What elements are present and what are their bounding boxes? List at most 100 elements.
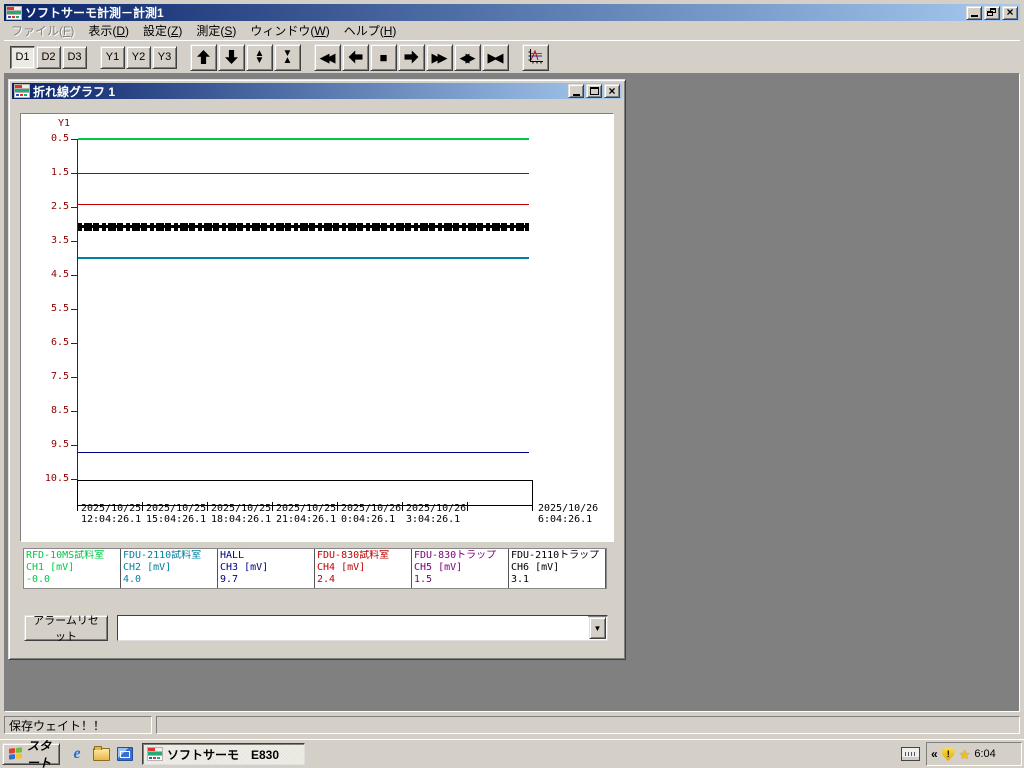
scroll-down-button[interactable] <box>218 43 245 71</box>
taskbar-app-label: ソフトサーモ E830 <box>167 747 280 762</box>
graph-close-button[interactable]: × <box>604 84 620 98</box>
legend-cell-ch4: FDU-830試料室 CH4 [mV] 2.4 <box>315 549 412 588</box>
display-d1-button[interactable]: D1 <box>10 45 35 69</box>
series-line-ch3 <box>78 451 529 453</box>
x-tick-label: 2025/10/26 0:04:26.1 <box>341 503 402 525</box>
display-d3-button[interactable]: D3 <box>62 45 87 69</box>
ie-e-glyph: e <box>73 745 81 762</box>
series-line-ch6 <box>78 223 529 232</box>
y-tick-label: 9.5 <box>50 439 69 450</box>
restore-button[interactable] <box>984 5 1000 20</box>
channel-legend: RFD-10MS試料室 CH1 [mV] -0.0 FDU-2110試料室 CH2 [m… <box>23 548 607 589</box>
expand-horizontal-button[interactable]: ◀▶ <box>454 43 481 71</box>
status-bar: 保存ウェイト！！ <box>4 714 1020 734</box>
menu-d[interactable]: 表示(D) <box>81 21 136 40</box>
fast-rewind-button[interactable]: ◀◀ <box>314 43 341 71</box>
graph-maximize-button[interactable] <box>586 84 602 98</box>
minimize-icon <box>572 93 580 96</box>
alarm-reset-button[interactable]: アラームリセット <box>24 615 108 643</box>
y-axis-title: Y1 <box>58 118 71 129</box>
left-arrow-icon <box>349 51 363 64</box>
close-icon: × <box>1006 5 1014 19</box>
legend-cell-ch5: FDU-830トラップ CH5 [mV] 1.5 <box>412 549 509 588</box>
star-icon[interactable]: ★ <box>959 748 971 761</box>
y-tick-label: 1.5 <box>50 167 69 178</box>
folder-glyph <box>92 745 110 761</box>
x-tick-label: 2025/10/25 15:04:26.1 <box>146 503 207 525</box>
close-button[interactable]: × <box>1002 5 1018 20</box>
tray-chevron-icon[interactable]: « <box>931 748 938 760</box>
combobox-dropdown-button[interactable]: ▼ <box>589 617 606 639</box>
x-tick-label: 2025/10/25 18:04:26.1 <box>211 503 272 525</box>
start-button-label: スタート <box>26 739 51 768</box>
y-axis-line <box>77 139 78 480</box>
internet-explorer-icon[interactable]: e <box>68 745 86 763</box>
outlook-glyph <box>117 747 133 761</box>
graph-display-button[interactable] <box>522 43 549 71</box>
taskbar-app-button[interactable]: ソフトサーモ E830 <box>142 743 305 765</box>
expand-vertical-button[interactable]: ▲ ▼ <box>246 43 273 71</box>
y-tick-label: 6.5 <box>50 337 69 348</box>
y-tick-label: 10.5 <box>44 473 69 484</box>
x-tick-label: 2025/10/25 21:04:26.1 <box>276 503 337 525</box>
compress-vertical-arrows-icon: ▼ ▲ <box>282 48 293 66</box>
app-icon <box>6 5 22 20</box>
y-tick-label: 0.5 <box>50 133 69 144</box>
graph-minimize-button[interactable] <box>568 84 584 98</box>
menu-bar: ファイル(F) 表示(D) 設定(Z) 測定(S) ウィンドウ(W) ヘルプ(H) <box>4 21 1020 39</box>
series-line-ch5 <box>78 173 529 174</box>
security-alert-shield-icon[interactable]: ! <box>941 747 955 761</box>
status-message: 保存ウェイト！！ <box>4 716 152 734</box>
explorer-folder-icon[interactable] <box>92 745 110 763</box>
status-secondary <box>156 716 1020 734</box>
app-icon <box>147 747 163 761</box>
alarm-combobox[interactable]: ▼ <box>117 615 608 641</box>
stop-button[interactable]: ■ <box>370 43 397 71</box>
chevron-down-icon: ▼ <box>593 623 602 633</box>
mdi-workspace: 折れ線グラフ 1 × Y1 0.5 1.5 2.5 3.5 4.5 5.5 6.5 7.5 8.5… <box>4 73 1020 712</box>
y-tick-label: 8.5 <box>50 405 69 416</box>
menu-z[interactable]: 設定(Z) <box>136 21 189 40</box>
windows-logo-icon <box>9 747 22 760</box>
main-titlebar: ソフトサーモ計測－計測1 × <box>4 4 1020 21</box>
main-window: ソフトサーモ計測－計測1 × ファイル(F) 表示(D) 設定(Z) 測定(S) ウィン… <box>0 0 1024 738</box>
graph-window: 折れ線グラフ 1 × Y1 0.5 1.5 2.5 3.5 4.5 5.5 6.5 7.5 8.5… <box>8 79 626 660</box>
display-d2-button[interactable]: D2 <box>36 45 61 69</box>
menu-s[interactable]: 測定(S) <box>189 21 243 40</box>
system-tray: « ! ★ 6:04 <box>926 742 1022 766</box>
x-tick-mark <box>77 502 78 511</box>
minimize-button[interactable] <box>966 5 982 20</box>
stop-square-icon: ■ <box>379 49 388 65</box>
scroll-up-button[interactable] <box>190 43 217 71</box>
menu-h[interactable]: ヘルプ(H) <box>337 21 404 40</box>
menu-w[interactable]: ウィンドウ(W) <box>243 21 336 40</box>
legend-cell-ch3: HALL CH3 [mV] 9.7 <box>218 549 315 588</box>
axis-y3-button[interactable]: Y3 <box>152 45 177 69</box>
alarm-combobox-value[interactable] <box>118 616 588 640</box>
desktop: ソフトサーモ計測－計測1 × ファイル(F) 表示(D) 設定(Z) 測定(S) ウィン… <box>0 0 1024 768</box>
right-arrow-icon <box>405 51 419 64</box>
chart-icon <box>527 48 545 67</box>
axis-y1-button[interactable]: Y1 <box>100 45 125 69</box>
axis-y2-button[interactable]: Y2 <box>126 45 151 69</box>
start-button[interactable]: スタート <box>2 739 60 768</box>
expand-vertical-arrows-icon: ▲ ▼ <box>254 48 265 66</box>
graph-window-title: 折れ線グラフ 1 <box>33 84 116 99</box>
menu-f[interactable]: ファイル(F) <box>4 21 81 40</box>
inward-triangles-icon: ▶◀ <box>487 49 504 65</box>
y-tick-label: 3.5 <box>50 235 69 246</box>
double-right-triangles-icon: ▶▶ <box>431 49 448 65</box>
scroll-right-button[interactable] <box>398 43 425 71</box>
scroll-left-button[interactable] <box>342 43 369 71</box>
x-tick-label: 2025/10/26 3:04:26.1 <box>406 503 467 525</box>
taskbar-clock: 6:04 <box>974 748 996 760</box>
keyboard-icon[interactable] <box>901 747 920 761</box>
fast-forward-button[interactable]: ▶▶ <box>426 43 453 71</box>
x-tick-mark <box>532 502 533 511</box>
compress-horizontal-button[interactable]: ▶◀ <box>482 43 509 71</box>
y-tick-label: 2.5 <box>50 201 69 212</box>
outlook-express-icon[interactable] <box>116 745 134 763</box>
compress-vertical-button[interactable]: ▼ ▲ <box>274 43 301 71</box>
series-line-ch4 <box>78 203 529 205</box>
minimize-icon <box>970 15 978 17</box>
